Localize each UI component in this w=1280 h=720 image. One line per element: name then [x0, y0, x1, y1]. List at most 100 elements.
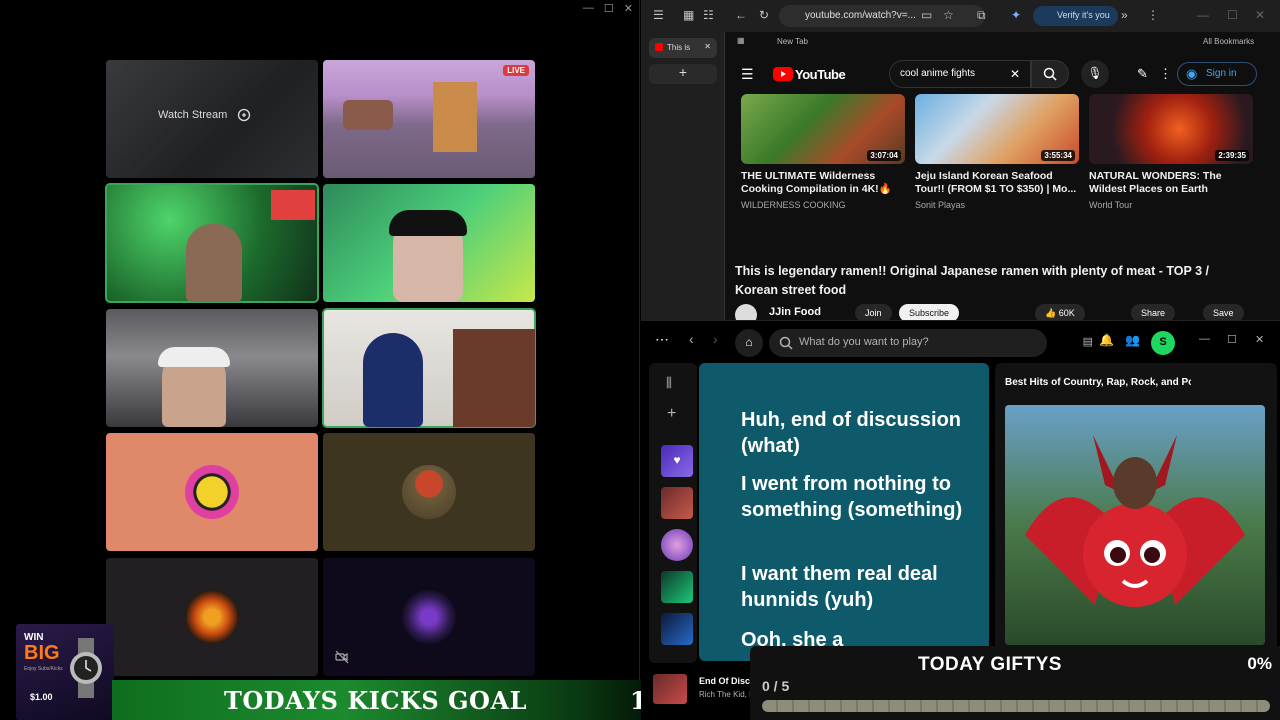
- video-thumbnail-2[interactable]: 3:55:34: [915, 94, 1079, 164]
- now-playing-bar: End Of Discussion Rich The Kid, Lil...: [653, 674, 753, 704]
- share-button[interactable]: Share: [1131, 304, 1176, 320]
- tab-youtube[interactable]: This is ✕: [649, 38, 717, 58]
- close-icon[interactable]: ✕: [1255, 333, 1264, 346]
- liked-songs-cover[interactable]: ♥: [661, 445, 693, 477]
- video-channel-1[interactable]: WILDERNESS COOKING: [741, 200, 905, 210]
- webcam-tile-1[interactable]: [105, 183, 319, 303]
- bee-avatar: [185, 465, 239, 519]
- new-tab-button[interactable]: +: [649, 64, 717, 84]
- lyric-line-2[interactable]: I went from nothing to something (someth…: [741, 471, 971, 523]
- playlist-title[interactable]: Best Hits of Country, Rap, Rock, and Pop: [1005, 377, 1191, 388]
- webcam-tile-4[interactable]: [322, 308, 536, 428]
- verify-label: Verify it's you: [1057, 10, 1110, 20]
- microphone-icon[interactable]: 🎙: [1081, 60, 1109, 88]
- big-label: BIG: [24, 642, 60, 664]
- youtube-search-button[interactable]: [1031, 60, 1069, 88]
- menu-dots-icon[interactable]: ⋯: [655, 331, 669, 348]
- video-title-3[interactable]: NATURAL WONDERS: The Wildest Places on E…: [1089, 170, 1253, 196]
- apps-icon[interactable]: ▦: [737, 36, 745, 45]
- back-icon[interactable]: ‹: [689, 331, 694, 347]
- add-icon[interactable]: +: [667, 405, 676, 423]
- minimize-icon[interactable]: —: [583, 2, 594, 15]
- library-icon[interactable]: ⫼: [666, 375, 672, 391]
- video-title-1[interactable]: THE ULTIMATE Wilderness Cooking Compilat…: [741, 170, 905, 196]
- playlist-cover-2[interactable]: [661, 571, 693, 603]
- minimize-icon[interactable]: —: [1199, 333, 1210, 345]
- save-button[interactable]: Save: [1203, 304, 1244, 320]
- settings-dots-icon[interactable]: ⋮: [1159, 66, 1172, 82]
- join-button[interactable]: Join: [855, 304, 892, 320]
- verify-button[interactable]: Verify it's you: [1033, 6, 1118, 26]
- extensions-icon[interactable]: ⧉: [977, 8, 986, 23]
- video-channel-2[interactable]: Sonit Playas: [915, 200, 1079, 210]
- video-duration: 2:39:35: [1215, 150, 1249, 161]
- forward-icon[interactable]: ›: [713, 331, 718, 347]
- signin-button[interactable]: ◉ Sign in: [1177, 62, 1257, 86]
- home-icon[interactable]: ⌂: [735, 329, 763, 357]
- playlist-cover-1[interactable]: [661, 487, 693, 519]
- video-duration: 3:07:04: [867, 150, 901, 161]
- webcam-tile-2[interactable]: [323, 184, 535, 302]
- all-bookmarks[interactable]: All Bookmarks: [1203, 37, 1254, 46]
- avatar-tile-purple[interactable]: [323, 558, 535, 676]
- call-window-controls: — ☐ ✕: [583, 2, 633, 15]
- stream-tile-game[interactable]: LIVE: [323, 60, 535, 178]
- tab-close-icon[interactable]: ✕: [704, 42, 711, 51]
- sidebar-toggle-icon[interactable]: ☰: [653, 8, 664, 22]
- youtube-logo-icon[interactable]: [773, 67, 793, 81]
- track-title[interactable]: End Of Discussion: [699, 676, 753, 686]
- bookmark-star-icon[interactable]: ☆: [943, 8, 954, 22]
- more-chevrons-icon[interactable]: »: [1121, 8, 1128, 22]
- video-title-2[interactable]: Jeju Island Korean Seafood Tour!! (FROM …: [915, 170, 1079, 196]
- video-thumbnail-1[interactable]: 3:07:04: [741, 94, 905, 164]
- video-thumbnail-3[interactable]: 2:39:35: [1089, 94, 1253, 164]
- video-channel-3[interactable]: World Tour: [1089, 200, 1253, 210]
- cast-icon[interactable]: ▭: [921, 8, 932, 22]
- artist-cover-1[interactable]: [661, 529, 693, 561]
- subscribe-button[interactable]: Subscribe: [899, 304, 960, 320]
- avatar-tile-gnome[interactable]: [323, 433, 535, 551]
- browser-toolbar: ☰ ▦ ☷ ← ↻ youtube.com/watch?v=... ▭ ☆ ⧉ …: [641, 0, 1280, 32]
- window-minimize-icon[interactable]: —: [1197, 8, 1209, 22]
- reload-icon[interactable]: ↻: [759, 8, 769, 22]
- browse-icon[interactable]: ▤: [1083, 335, 1093, 348]
- maximize-icon[interactable]: ☐: [604, 2, 614, 15]
- notifications-icon[interactable]: 🔔: [1099, 333, 1114, 347]
- close-icon[interactable]: ✕: [624, 2, 633, 15]
- tab-search-icon[interactable]: ☷: [703, 8, 714, 22]
- watch-stream-overlay[interactable]: Watch Stream: [158, 108, 251, 122]
- like-button[interactable]: 👍 60K: [1035, 304, 1085, 320]
- menu-dots-icon[interactable]: ⋮: [1147, 8, 1159, 22]
- library-sidebar: ⫼ + ♥: [649, 363, 697, 663]
- playlist-cover-3[interactable]: [661, 613, 693, 645]
- track-artist[interactable]: Rich The Kid, Lil...: [699, 690, 753, 699]
- channel-avatar[interactable]: [735, 304, 757, 320]
- address-bar[interactable]: youtube.com/watch?v=...: [779, 5, 985, 27]
- channel-name[interactable]: JJin Food: [769, 306, 821, 318]
- friends-icon[interactable]: 👥: [1125, 333, 1140, 347]
- window-maximize-icon[interactable]: ☐: [1227, 8, 1238, 22]
- stream-tile-screen[interactable]: Watch Stream: [106, 60, 318, 178]
- youtube-logo-text[interactable]: YouTube: [795, 67, 846, 82]
- neon-sign: [271, 190, 315, 220]
- window-close-icon[interactable]: ✕: [1255, 8, 1265, 22]
- back-icon[interactable]: ←: [735, 8, 747, 22]
- hamburger-icon[interactable]: ☰: [741, 66, 754, 83]
- url-text: youtube.com/watch?v=...: [805, 10, 916, 21]
- lyric-line-1[interactable]: Huh, end of discussion (what): [741, 407, 971, 459]
- webcam-tile-3[interactable]: [106, 309, 318, 427]
- tab-grid-icon[interactable]: ▦: [683, 8, 694, 22]
- track-cover[interactable]: [653, 674, 687, 704]
- bookmarks-bar: ▦ New Tab All Bookmarks: [725, 32, 1280, 52]
- avatar-tile-fire[interactable]: [106, 558, 318, 676]
- gemini-icon[interactable]: ✦: [1011, 8, 1021, 22]
- clear-search-icon[interactable]: ✕: [1010, 67, 1020, 81]
- lyric-line-3[interactable]: I want them real deal hunnids (yuh): [741, 561, 971, 613]
- create-icon[interactable]: ✎: [1137, 66, 1148, 82]
- profile-avatar[interactable]: S: [1151, 331, 1175, 355]
- bookmark-new-tab[interactable]: New Tab: [777, 37, 808, 46]
- youtube-search-input[interactable]: cool anime fights ✕: [889, 60, 1031, 88]
- spotify-search-input[interactable]: What do you want to play? ▤: [769, 329, 1093, 357]
- maximize-icon[interactable]: ☐: [1227, 333, 1237, 346]
- avatar-tile-bee[interactable]: [106, 433, 318, 551]
